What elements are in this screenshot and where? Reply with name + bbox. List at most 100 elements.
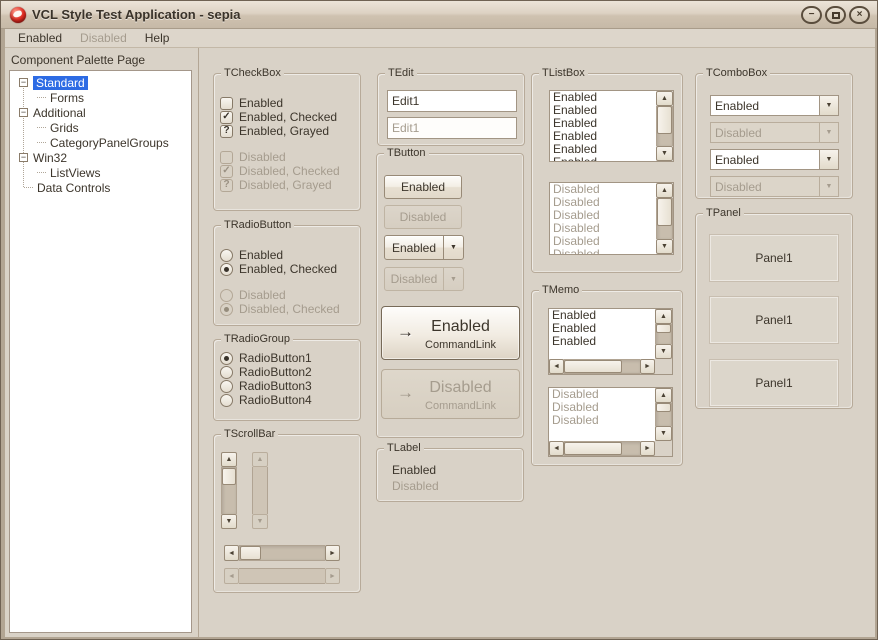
component-tree[interactable]: − Standard Forms − Additional Grids Cate… <box>9 70 192 633</box>
scroll-track[interactable] <box>655 324 672 344</box>
radio-icon[interactable] <box>220 379 233 393</box>
listbox-enabled[interactable]: Enabled Enabled Enabled Enabled Enabled … <box>549 90 674 162</box>
memo-vertical-scrollbar[interactable]: ▲ ▼ <box>655 309 672 359</box>
tree-label[interactable]: Win32 <box>33 151 67 165</box>
combobox-enabled-1[interactable]: Enabled ▼ <box>710 95 839 116</box>
tree-item-categorypanelgroups[interactable]: CategoryPanelGroups <box>10 135 191 150</box>
arrow-up-icon: ▲ <box>660 392 667 399</box>
close-button[interactable]: × <box>849 6 870 24</box>
scroll-thumb <box>656 403 671 412</box>
radio-checked-icon[interactable] <box>220 262 233 276</box>
combobox-enabled-2[interactable]: Enabled ▼ <box>710 149 839 170</box>
panel-1: Panel1 <box>709 234 839 282</box>
radiogroup-item-3[interactable]: RadioButton3 <box>220 379 312 393</box>
dropdown-icon[interactable]: ▼ <box>443 236 463 259</box>
radio-checked-icon[interactable] <box>220 351 233 365</box>
memo-horizontal-scrollbar[interactable]: ◄ ► <box>549 359 655 374</box>
tree-label[interactable]: Standard <box>33 75 88 90</box>
group-tedit: TEdit Edit1 Edit1 <box>377 67 525 146</box>
scroll-track[interactable] <box>221 467 237 514</box>
arrow-up-icon: ▲ <box>660 313 667 320</box>
vertical-scrollbar-enabled[interactable]: ▲ ▼ <box>221 452 237 529</box>
scroll-right-button[interactable]: ► <box>325 545 340 561</box>
scroll-down-button[interactable]: ▼ <box>655 344 672 359</box>
button-enabled[interactable]: Enabled <box>384 175 462 199</box>
collapse-icon[interactable]: − <box>19 108 28 117</box>
panel-label: Panel1 <box>755 313 793 327</box>
scroll-track <box>655 403 672 426</box>
group-title: TRadioButton <box>221 219 295 232</box>
radiogroup-item-4[interactable]: RadioButton4 <box>220 393 312 407</box>
group-title: TButton <box>384 147 429 160</box>
maximize-button[interactable] <box>825 6 846 24</box>
tree-item-standard[interactable]: − Standard <box>10 75 191 90</box>
tree-item-win32[interactable]: − Win32 <box>10 150 191 165</box>
menu-enabled[interactable]: Enabled <box>9 29 71 47</box>
collapse-icon[interactable]: − <box>19 78 28 87</box>
scroll-left-button[interactable]: ◄ <box>549 359 564 374</box>
minimize-button[interactable]: − <box>801 6 822 24</box>
radio-icon[interactable] <box>220 393 233 407</box>
memo-enabled[interactable]: Enabled Enabled Enabled ▲ ▼ ◄ ► <box>548 308 673 375</box>
combobox-dropdown-button[interactable]: ▼ <box>819 96 838 115</box>
group-tpanel: TPanel Panel1 Panel1 Panel1 <box>695 207 853 409</box>
tree-item-forms[interactable]: Forms <box>10 90 191 105</box>
horizontal-scrollbar-enabled[interactable]: ◄ ► <box>224 545 340 561</box>
scroll-track[interactable] <box>564 359 640 374</box>
checkbox-grayed-icon[interactable]: ? <box>220 124 233 138</box>
scroll-thumb[interactable] <box>564 360 622 373</box>
split-button-enabled[interactable]: Enabled ▼ <box>384 235 464 260</box>
collapse-icon[interactable]: − <box>19 153 28 162</box>
scroll-thumb[interactable] <box>656 324 671 333</box>
checkbox-enabled[interactable]: Enabled <box>220 96 283 110</box>
checkbox-checked-icon[interactable]: ✓ <box>220 110 233 124</box>
radio-enabled-checked[interactable]: Enabled, Checked <box>220 262 337 276</box>
checkbox-enabled-grayed[interactable]: ? Enabled, Grayed <box>220 124 329 138</box>
arrow-up-icon: ▲ <box>661 95 668 102</box>
checkbox-label: Enabled, Grayed <box>239 124 330 138</box>
combobox-dropdown-button[interactable]: ▼ <box>819 150 838 169</box>
radio-icon[interactable] <box>220 248 233 262</box>
tree-connector <box>37 172 46 173</box>
tree-item-grids[interactable]: Grids <box>10 120 191 135</box>
scroll-thumb[interactable] <box>657 106 672 134</box>
radiogroup-item-2[interactable]: RadioButton2 <box>220 365 312 379</box>
tree-label[interactable]: Forms <box>50 91 84 105</box>
scroll-left-button[interactable]: ◄ <box>224 545 239 561</box>
tree-label[interactable]: Data Controls <box>37 181 110 195</box>
scroll-thumb[interactable] <box>222 468 236 485</box>
checkbox-icon[interactable] <box>220 96 233 110</box>
tree-item-additional[interactable]: − Additional <box>10 105 191 120</box>
split-button-disabled: Disabled ▼ <box>384 267 464 291</box>
arrow-left-icon: ◄ <box>553 363 560 370</box>
tree-item-data-controls[interactable]: Data Controls <box>10 180 191 195</box>
scroll-track[interactable] <box>656 106 673 146</box>
scroll-down-button[interactable]: ▼ <box>656 146 673 161</box>
list-item[interactable]: Enabled <box>550 156 656 162</box>
label-enabled: Enabled <box>392 463 437 477</box>
commandlink-enabled[interactable]: → Enabled CommandLink <box>381 306 520 360</box>
radiogroup-item-1[interactable]: RadioButton1 <box>220 351 312 365</box>
menu-help[interactable]: Help <box>136 29 179 47</box>
edit-enabled[interactable]: Edit1 <box>387 90 517 112</box>
scroll-thumb[interactable] <box>240 546 261 560</box>
scroll-up-button[interactable]: ▲ <box>221 452 237 467</box>
memo-text[interactable]: Enabled Enabled Enabled <box>549 309 655 359</box>
scroll-up-button[interactable]: ▲ <box>656 91 673 106</box>
arrow-up-icon: ▲ <box>225 456 233 463</box>
scroll-right-button[interactable]: ► <box>640 359 655 374</box>
scroll-up-button[interactable]: ▲ <box>655 309 672 324</box>
app-icon <box>10 7 26 23</box>
tree-label[interactable]: CategoryPanelGroups <box>50 136 169 150</box>
scroll-down-button[interactable]: ▼ <box>221 514 237 529</box>
scroll-track[interactable] <box>239 545 325 561</box>
listbox-scrollbar[interactable]: ▲ ▼ <box>656 91 673 161</box>
checkbox-enabled-checked[interactable]: ✓ Enabled, Checked <box>220 110 337 124</box>
tree-item-listviews[interactable]: ListViews <box>10 165 191 180</box>
radio-enabled[interactable]: Enabled <box>220 248 283 262</box>
tree-label[interactable]: Additional <box>33 106 86 120</box>
tree-label[interactable]: Grids <box>50 121 79 135</box>
tree-label[interactable]: ListViews <box>50 166 100 180</box>
radio-icon[interactable] <box>220 365 233 379</box>
memo-disabled: Disabled Disabled Disabled ▲ ▼ ◄ ► <box>548 387 673 457</box>
